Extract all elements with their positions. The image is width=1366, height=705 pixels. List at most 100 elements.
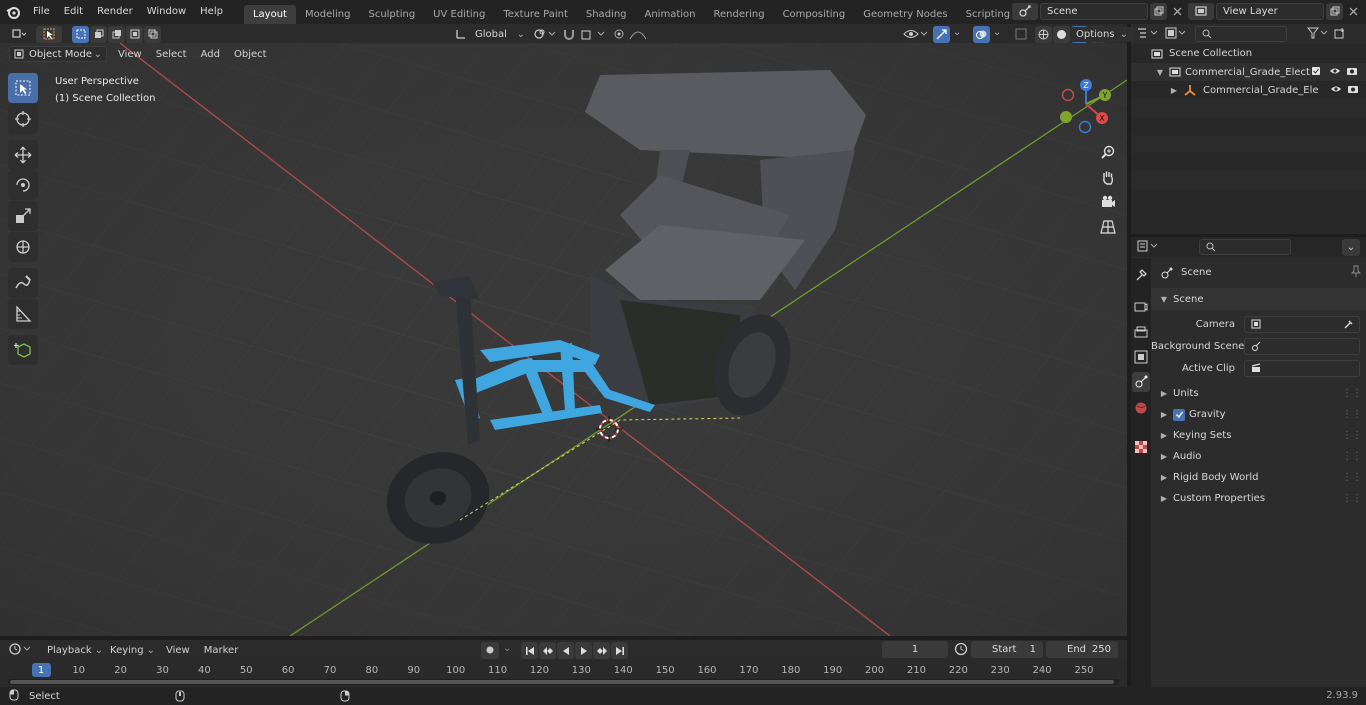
scene-tab-icon[interactable] xyxy=(1132,372,1150,392)
eye-icon[interactable] xyxy=(1330,84,1342,97)
render-camera-icon[interactable] xyxy=(1347,84,1359,97)
next-keyframe-icon[interactable] xyxy=(593,642,610,659)
filter-icon[interactable] xyxy=(1306,27,1331,42)
playback-dropdown[interactable]: Playback ⌄ xyxy=(40,645,103,656)
record-button[interactable] xyxy=(481,641,499,659)
tab-uv-editing[interactable]: UV Editing xyxy=(424,5,494,24)
snap-magnet-icon[interactable] xyxy=(562,27,608,44)
jump-start-icon[interactable] xyxy=(521,642,538,659)
properties-search-input[interactable] xyxy=(1199,239,1291,255)
options-dropdown[interactable]: Options ⌄ xyxy=(1070,24,1134,44)
pin-icon[interactable] xyxy=(1350,265,1362,280)
menu-render[interactable]: Render xyxy=(90,0,140,24)
keying-sets-panel[interactable]: ▶ Keying Sets ⋮⋮ xyxy=(1151,425,1366,446)
mode-extend-icon[interactable] xyxy=(90,25,107,43)
current-frame-input[interactable]: 1 xyxy=(882,641,948,658)
mode-set-icon[interactable] xyxy=(72,25,89,43)
menu-edit[interactable]: Edit xyxy=(57,0,90,24)
drag-grip-icon[interactable]: ⋮⋮ xyxy=(1342,409,1362,420)
view-layer-copy-icon[interactable] xyxy=(1326,2,1343,20)
render-tab-icon[interactable] xyxy=(1134,300,1148,317)
mode-intersect-icon[interactable] xyxy=(144,25,161,43)
gravity-checkbox[interactable] xyxy=(1173,408,1185,421)
tab-sculpting[interactable]: Sculpting xyxy=(359,5,424,24)
scene-name-input[interactable]: Scene xyxy=(1040,2,1148,20)
mode-subtract-icon[interactable] xyxy=(108,25,125,43)
render-camera-icon[interactable] xyxy=(1346,66,1358,79)
menu-view[interactable]: View xyxy=(111,49,149,60)
overlay-dropdown-icon[interactable]: ⌄ xyxy=(993,27,1001,38)
select-box-tool-icon[interactable] xyxy=(36,25,62,43)
mode-invert-icon[interactable] xyxy=(126,25,143,43)
navigation-gizmo[interactable]: Z Y X xyxy=(1056,76,1118,138)
timeline-editor-icon[interactable] xyxy=(8,642,34,659)
pivot-point-icon[interactable] xyxy=(533,27,557,44)
output-tab-icon[interactable] xyxy=(1134,325,1148,342)
drag-grip-icon[interactable]: ⋮⋮ xyxy=(1342,388,1362,399)
gizmo-toggle-icon[interactable] xyxy=(933,25,950,43)
play-reverse-icon[interactable] xyxy=(557,642,574,659)
blender-logo-icon[interactable] xyxy=(0,0,26,24)
rotate-tool-button[interactable] xyxy=(8,170,38,200)
view-layer-browse-icon[interactable] xyxy=(1188,2,1214,20)
texture-tab-icon[interactable] xyxy=(1134,440,1148,457)
visibility-selectability-icon[interactable] xyxy=(902,27,928,44)
overlay-toggle-icon[interactable] xyxy=(973,25,990,43)
editor-type-icon[interactable] xyxy=(6,26,32,43)
tab-modeling[interactable]: Modeling xyxy=(296,5,360,24)
rigid-body-world-panel[interactable]: ▶ Rigid Body World ⋮⋮ xyxy=(1151,467,1366,488)
scene-section-header[interactable]: ▼ Scene xyxy=(1151,288,1366,310)
include-checkbox-icon[interactable] xyxy=(1311,66,1321,79)
add-cube-tool-button[interactable] xyxy=(8,335,38,365)
menu-add[interactable]: Add xyxy=(194,49,227,60)
eyedropper-icon[interactable] xyxy=(1343,319,1353,329)
drag-grip-icon[interactable]: ⋮⋮ xyxy=(1342,451,1362,462)
tool-tab-icon[interactable] xyxy=(1134,268,1148,285)
expand-down-icon[interactable]: ▼ xyxy=(1155,68,1165,77)
prev-keyframe-icon[interactable] xyxy=(539,642,556,659)
scale-tool-button[interactable] xyxy=(8,201,38,231)
expand-right-icon[interactable]: ▶ xyxy=(1169,86,1179,95)
scene-browse-icon[interactable] xyxy=(1012,2,1038,20)
camera-view-icon[interactable] xyxy=(1100,194,1116,213)
active-clip-input[interactable] xyxy=(1244,359,1360,377)
properties-options-icon[interactable]: ⌄ xyxy=(1342,238,1360,256)
tab-compositing[interactable]: Compositing xyxy=(774,5,855,24)
proportional-edit-icon[interactable] xyxy=(612,27,658,44)
preview-range-clock-icon[interactable] xyxy=(954,642,968,659)
units-panel[interactable]: ▶ Units ⋮⋮ xyxy=(1151,383,1366,404)
timeline-scrollbar[interactable] xyxy=(8,679,1119,685)
outliner-item-object[interactable]: ▶ Commercial_Grade_Elect xyxy=(1131,81,1366,99)
gravity-panel[interactable]: ▶ Gravity ⋮⋮ xyxy=(1151,404,1366,425)
perspective-grid-icon[interactable] xyxy=(1100,219,1116,238)
outliner-editor-icon[interactable] xyxy=(1137,27,1161,42)
select-tool-button[interactable] xyxy=(8,73,38,103)
tab-layout[interactable]: Layout xyxy=(243,4,296,24)
zoom-icon[interactable] xyxy=(1100,144,1116,163)
tab-shading[interactable]: Shading xyxy=(577,5,636,24)
drag-grip-icon[interactable]: ⋮⋮ xyxy=(1342,430,1362,441)
end-frame-input[interactable]: End 250 xyxy=(1046,641,1118,658)
tab-scripting[interactable]: Scripting xyxy=(957,5,1019,24)
move-tool-button[interactable] xyxy=(8,140,38,170)
play-icon[interactable] xyxy=(575,642,592,659)
view-layer-input[interactable]: View Layer xyxy=(1216,2,1324,20)
scene-close-icon[interactable] xyxy=(1169,3,1186,20)
timeline-menu-marker[interactable]: Marker xyxy=(197,645,246,656)
menu-window[interactable]: Window xyxy=(140,0,193,24)
properties-editor-icon[interactable] xyxy=(1137,240,1161,255)
camera-input[interactable] xyxy=(1244,315,1360,333)
tab-texture-paint[interactable]: Texture Paint xyxy=(494,5,577,24)
object-mode-dropdown[interactable]: Object Mode ⌄ xyxy=(9,46,107,62)
jump-end-icon[interactable] xyxy=(611,642,628,659)
outliner-scene-collection[interactable]: Scene Collection xyxy=(1131,44,1366,63)
pan-hand-icon[interactable] xyxy=(1100,169,1116,188)
menu-file[interactable]: File xyxy=(26,0,57,24)
wireframe-shading-icon[interactable] xyxy=(1035,26,1052,43)
transform-orientation-dropdown[interactable]: Global ⌄ xyxy=(455,26,525,43)
drag-grip-icon[interactable]: ⋮⋮ xyxy=(1342,493,1362,504)
display-mode-icon[interactable] xyxy=(1165,27,1189,42)
record-dropdown-icon[interactable]: ⌄ xyxy=(503,643,511,654)
outliner-search-input[interactable] xyxy=(1195,26,1287,42)
measure-tool-button[interactable] xyxy=(8,299,38,329)
